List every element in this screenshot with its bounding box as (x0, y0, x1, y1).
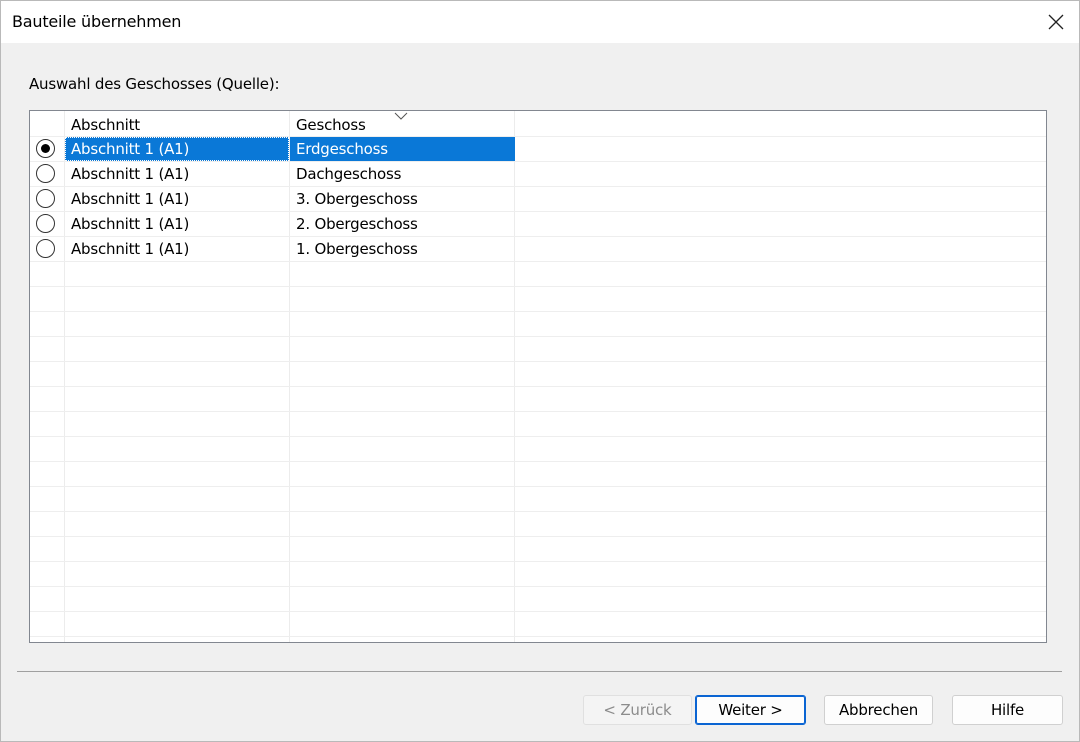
row-radio-button[interactable] (36, 214, 55, 233)
geschoss-cell: Erdgeschoss (290, 137, 515, 161)
title-bar: Bauteile übernehmen (1, 1, 1079, 43)
row-divider (30, 311, 1046, 312)
next-button[interactable]: Weiter > (695, 695, 806, 725)
row-divider (30, 486, 1046, 487)
abschnitt-cell: Abschnitt 1 (A1) (71, 215, 190, 233)
table-row[interactable]: Abschnitt 1 (A1) Erdgeschoss (30, 137, 1046, 161)
row-divider (30, 511, 1046, 512)
row-divider (30, 286, 1046, 287)
dialog-window: Bauteile übernehmen Auswahl des Geschoss… (0, 0, 1080, 742)
geschoss-cell: 2. Obergeschoss (296, 215, 418, 233)
row-divider (30, 611, 1046, 612)
dialog-title: Bauteile übernehmen (12, 12, 182, 31)
row-divider (30, 336, 1046, 337)
footer-separator (17, 671, 1062, 672)
row-divider (30, 261, 1046, 262)
row-divider (30, 461, 1046, 462)
geschoss-cell: 3. Obergeschoss (296, 190, 418, 208)
row-radio-button[interactable] (36, 139, 55, 158)
geschoss-cell: 1. Obergeschoss (296, 240, 418, 258)
row-divider (30, 386, 1046, 387)
row-divider (30, 536, 1046, 537)
row-divider (30, 636, 1046, 637)
row-divider (30, 586, 1046, 587)
table-row[interactable]: Abschnitt 1 (A1) 1. Obergeschoss (30, 237, 1046, 261)
close-icon (1048, 14, 1064, 30)
column-header-abschnitt[interactable]: Abschnitt (65, 111, 289, 135)
cancel-button[interactable]: Abbrechen (824, 695, 933, 725)
close-button[interactable] (1033, 1, 1079, 43)
help-button[interactable]: Hilfe (952, 695, 1063, 725)
row-radio-button[interactable] (36, 239, 55, 258)
chevron-down-icon (394, 112, 408, 120)
row-divider (30, 436, 1046, 437)
abschnitt-cell: Abschnitt 1 (A1) (71, 190, 190, 208)
row-divider (30, 411, 1046, 412)
abschnitt-cell: Abschnitt 1 (A1) (71, 165, 190, 183)
geschoss-cell: Dachgeschoss (296, 165, 402, 183)
abschnitt-cell: Abschnitt 1 (A1) (71, 240, 190, 258)
table-row[interactable]: Abschnitt 1 (A1) Dachgeschoss (30, 162, 1046, 186)
abschnitt-cell: Abschnitt 1 (A1) (65, 137, 289, 161)
row-radio-button[interactable] (36, 189, 55, 208)
table-row[interactable]: Abschnitt 1 (A1) 2. Obergeschoss (30, 212, 1046, 236)
row-divider (30, 361, 1046, 362)
row-radio-button[interactable] (36, 164, 55, 183)
table-row[interactable]: Abschnitt 1 (A1) 3. Obergeschoss (30, 187, 1046, 211)
floor-selection-grid[interactable]: Abschnitt Geschoss Abschnitt 1 (A1) Erdg… (29, 110, 1047, 643)
row-divider (30, 561, 1046, 562)
back-button[interactable]: < Zurück (583, 695, 692, 725)
floor-selection-label: Auswahl des Geschosses (Quelle): (29, 75, 280, 93)
